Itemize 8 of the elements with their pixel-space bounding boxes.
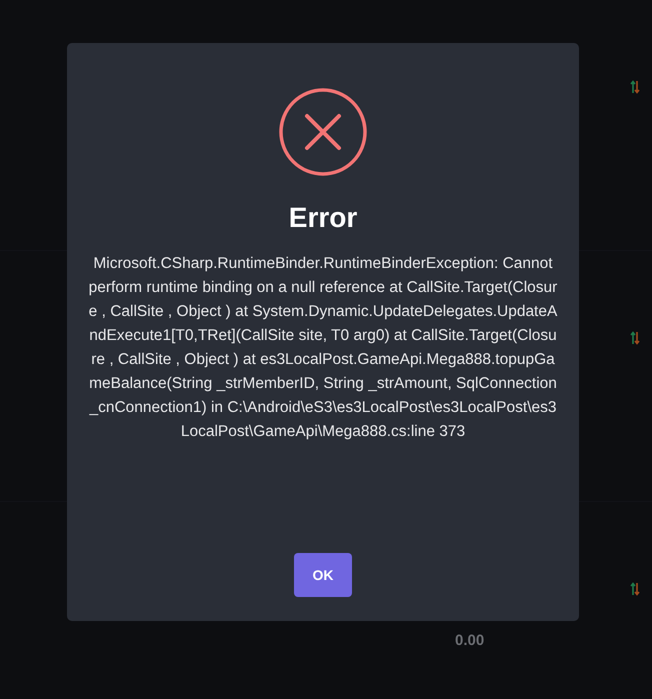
sort-icon[interactable] <box>630 331 640 345</box>
dialog-title: Error <box>288 202 358 234</box>
error-message: Microsoft.CSharp.RuntimeBinder.RuntimeBinderException: Cannot perform runtime binding on a null reference at CallSite.Target(Closure , CallSite , Object ) at System.Dynamic.UpdateDelegates.UpdateAndExecute1[T0,TRet](CallSite site, T0 arg0) at CallSite.Target(Closure , CallSite , Object ) at es3LocalPost.GameApi.Mega888.topupGameBalance(String _strMemberID, String _strAmount, SqlConnection _cnConnection1) in C:\Android\eS3\es3LocalPost\es3LocalPost\es3LocalPost\GameApi\Mega888.cs:line 373 <box>88 254 558 442</box>
sort-icon[interactable] <box>630 582 640 596</box>
error-icon <box>279 88 367 176</box>
sort-icon[interactable] <box>630 80 640 94</box>
ok-button[interactable]: OK <box>294 553 352 597</box>
amount-text: 0.00 <box>455 632 484 649</box>
